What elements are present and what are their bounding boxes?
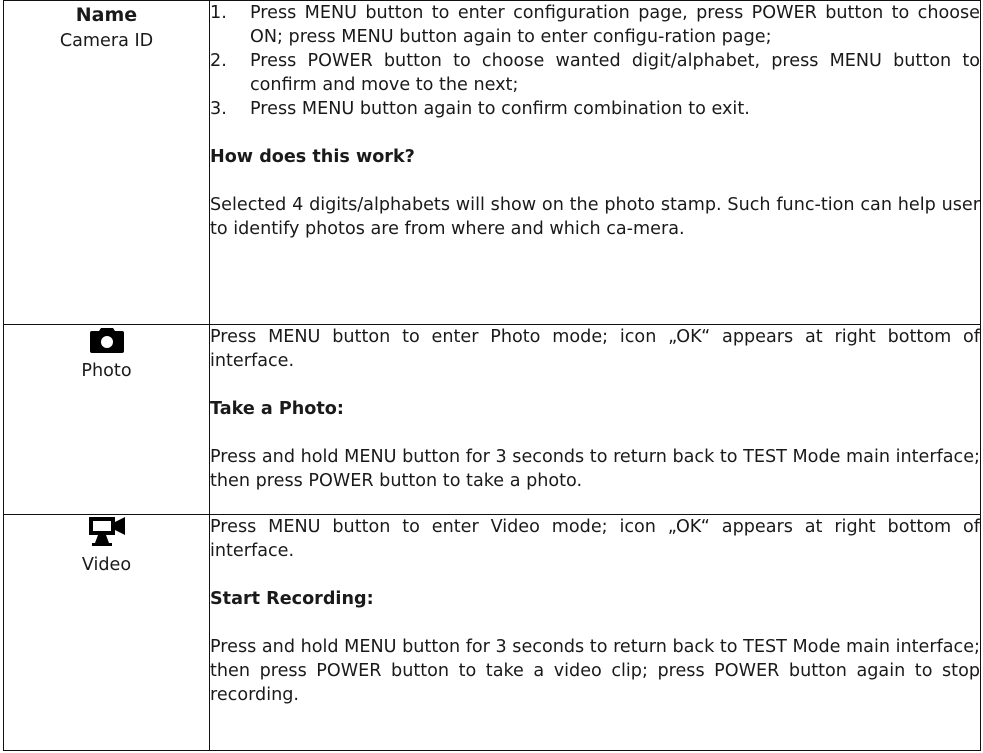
step-item: 3. Press MENU button again to confirm co… [210,97,980,121]
feature-label: Video [81,555,132,575]
section-intro: Press MENU button to enter Photo mode; i… [210,327,980,371]
description-cell: Press MENU button to enter Photo mode; i… [209,324,981,515]
step-number: 1. [210,3,227,23]
camera-icon [89,328,124,353]
step-number: 2. [210,51,227,71]
table-row-video: Video Press MENU button to enter Video m… [3,514,981,751]
description-cell: Press MENU button to enter Video mode; i… [209,514,981,751]
section-intro: Press MENU button to enter Video mode; i… [210,517,980,561]
table-row-photo: Photo Press MENU button to enter Photo m… [3,324,981,515]
feature-label: Photo [81,361,132,381]
section-body: Press and hold MENU button for 3 seconds… [210,447,980,491]
section-body: Press and hold MENU button for 3 seconds… [210,637,980,705]
description-cell: 1. Press MENU button to enter configurat… [209,0,981,325]
video-camera-icon [88,517,125,546]
column-heading-name: Name [75,4,138,26]
section-subheading: Start Recording: [210,589,374,609]
section-subheading: How does this work? [210,147,415,167]
section-body: Selected 4 digits/alphabets will show on… [210,195,980,239]
table-row-camera-id: Name Camera ID 1. Press MENU button to e… [3,0,981,325]
step-number: 3. [210,99,227,119]
feature-label: Camera ID [59,31,154,51]
step-list: 1. Press MENU button to enter configurat… [210,1,980,121]
step-text: Press POWER button to choose wanted digi… [250,51,980,95]
step-text: Press MENU button again to confirm combi… [250,99,750,119]
manual-table: Name Camera ID 1. Press MENU button to e… [3,0,981,751]
section-subheading: Take a Photo: [210,399,344,419]
feature-cell: Video [3,514,210,751]
step-item: 2. Press POWER button to choose wanted d… [210,49,980,97]
feature-cell: Photo [3,324,210,515]
feature-cell: Name Camera ID [3,0,210,325]
step-text: Press MENU button to enter configuration… [250,3,980,47]
step-item: 1. Press MENU button to enter configurat… [210,1,980,49]
